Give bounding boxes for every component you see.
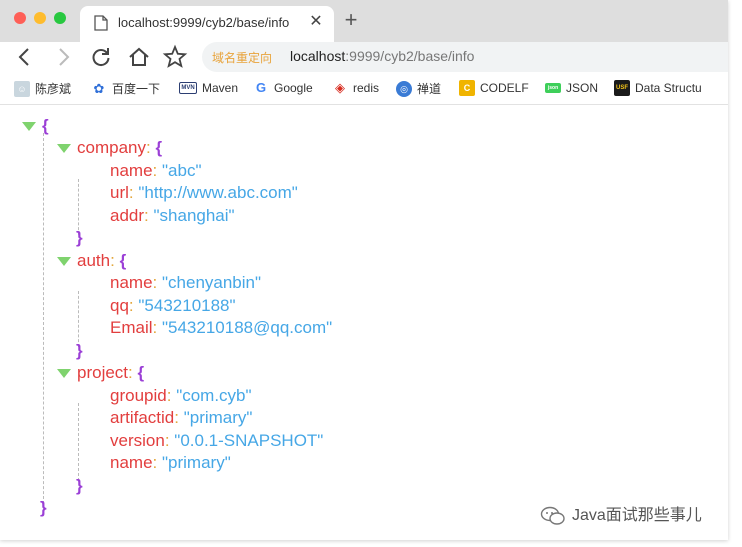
json-object-auth: auth: { bbox=[57, 250, 126, 272]
indent-guide bbox=[78, 403, 79, 481]
bookmark-item[interactable]: ◎ 禅道 bbox=[396, 80, 441, 98]
bookmark-item[interactable]: C CODELF bbox=[459, 80, 529, 98]
address-bar[interactable]: 域名重定向 localhost:9999/cyb2/base/info bbox=[202, 42, 728, 72]
url-path: :9999/cyb2/base/info bbox=[345, 48, 475, 64]
json-property: url: "http://www.abc.com" bbox=[110, 183, 298, 202]
bookmark-star-icon[interactable] bbox=[162, 44, 188, 70]
toolbar: 域名重定向 localhost:9999/cyb2/base/info bbox=[0, 42, 728, 74]
indent-guide bbox=[78, 291, 79, 347]
json-root-close: } bbox=[40, 498, 47, 517]
home-icon[interactable] bbox=[126, 44, 152, 70]
indent-guide bbox=[43, 133, 44, 509]
json-property: qq: "543210188" bbox=[110, 296, 236, 315]
json-property: artifactid: "primary" bbox=[110, 408, 253, 427]
bookmark-item[interactable]: ✿ 百度一下 bbox=[91, 80, 160, 98]
collapse-toggle-icon[interactable] bbox=[57, 369, 71, 379]
json-property: addr: "shanghai" bbox=[110, 206, 235, 225]
maven-icon: MVN bbox=[179, 81, 197, 94]
baidu-paw-icon: ✿ bbox=[93, 80, 105, 96]
tab-title: localhost:9999/cyb2/base/info bbox=[118, 15, 290, 30]
minimize-window-button[interactable] bbox=[34, 12, 46, 24]
globe-icon: ◎ bbox=[396, 80, 412, 97]
bookmark-item[interactable]: G Google bbox=[253, 80, 313, 98]
json-root-open: { bbox=[22, 115, 49, 137]
reload-icon[interactable] bbox=[88, 44, 114, 70]
forward-icon[interactable] bbox=[50, 44, 76, 70]
bookmark-item[interactable]: ◈ redis bbox=[332, 80, 379, 98]
zoom-window-button[interactable] bbox=[54, 12, 66, 24]
bookmarks-bar: ☺ 陈彦斌 ✿ 百度一下 MVN Maven G Google ◈ redis ◎ 禅道 C… bbox=[0, 74, 728, 105]
back-icon[interactable] bbox=[12, 44, 38, 70]
tab-active[interactable]: localhost:9999/cyb2/base/info ✕ bbox=[80, 6, 334, 42]
redirect-badge: 域名重定向 bbox=[212, 51, 273, 65]
json-object-close: } bbox=[76, 476, 83, 495]
json-property: name: "chenyanbin" bbox=[110, 273, 262, 292]
bookmark-item[interactable]: json JSON bbox=[545, 80, 598, 98]
json-property: name: "primary" bbox=[110, 453, 231, 472]
json-viewer: { company: { name: "abc" url: "http://ww… bbox=[0, 105, 728, 540]
collapse-toggle-icon[interactable] bbox=[22, 122, 36, 132]
json-object-project: project: { bbox=[57, 362, 144, 384]
json-object-company: company: { bbox=[57, 137, 162, 159]
avatar-icon: ☺ bbox=[14, 80, 30, 97]
usf-icon: USF bbox=[614, 80, 630, 96]
json-property: groupid: "com.cyb" bbox=[110, 386, 252, 405]
tab-strip: localhost:9999/cyb2/base/info ✕ + bbox=[0, 0, 728, 42]
redis-icon: ◈ bbox=[335, 80, 345, 95]
close-window-button[interactable] bbox=[14, 12, 26, 24]
tab-close-icon[interactable]: ✕ bbox=[306, 12, 326, 32]
json-property: version: "0.0.1-SNAPSHOT" bbox=[110, 431, 324, 450]
url-host: localhost bbox=[290, 48, 346, 64]
new-tab-button[interactable]: + bbox=[340, 9, 362, 31]
bookmark-item[interactable]: USF Data Structu bbox=[614, 80, 702, 98]
google-icon: G bbox=[255, 80, 267, 95]
json-property: name: "abc" bbox=[110, 161, 202, 180]
bookmark-item[interactable]: MVN Maven bbox=[179, 80, 238, 98]
wechat-icon bbox=[540, 506, 565, 525]
collapse-toggle-icon[interactable] bbox=[57, 144, 71, 154]
browser-window: localhost:9999/cyb2/base/info ✕ + 域名重定向 … bbox=[0, 0, 728, 540]
bookmark-item[interactable]: ☺ 陈彦斌 bbox=[14, 80, 71, 98]
json-object-close: } bbox=[76, 341, 83, 360]
json-property: Email: "543210188@qq.com" bbox=[110, 318, 333, 337]
watermark-text: Java面试那些事儿 bbox=[572, 507, 702, 524]
codelf-icon: C bbox=[459, 80, 475, 96]
address-url[interactable]: localhost:9999/cyb2/base/info bbox=[290, 48, 474, 64]
json-icon: json bbox=[545, 82, 561, 93]
json-object-close: } bbox=[76, 228, 83, 247]
page-icon bbox=[94, 15, 108, 31]
watermark: Java面试那些事儿 bbox=[540, 501, 702, 526]
collapse-toggle-icon[interactable] bbox=[57, 257, 71, 267]
